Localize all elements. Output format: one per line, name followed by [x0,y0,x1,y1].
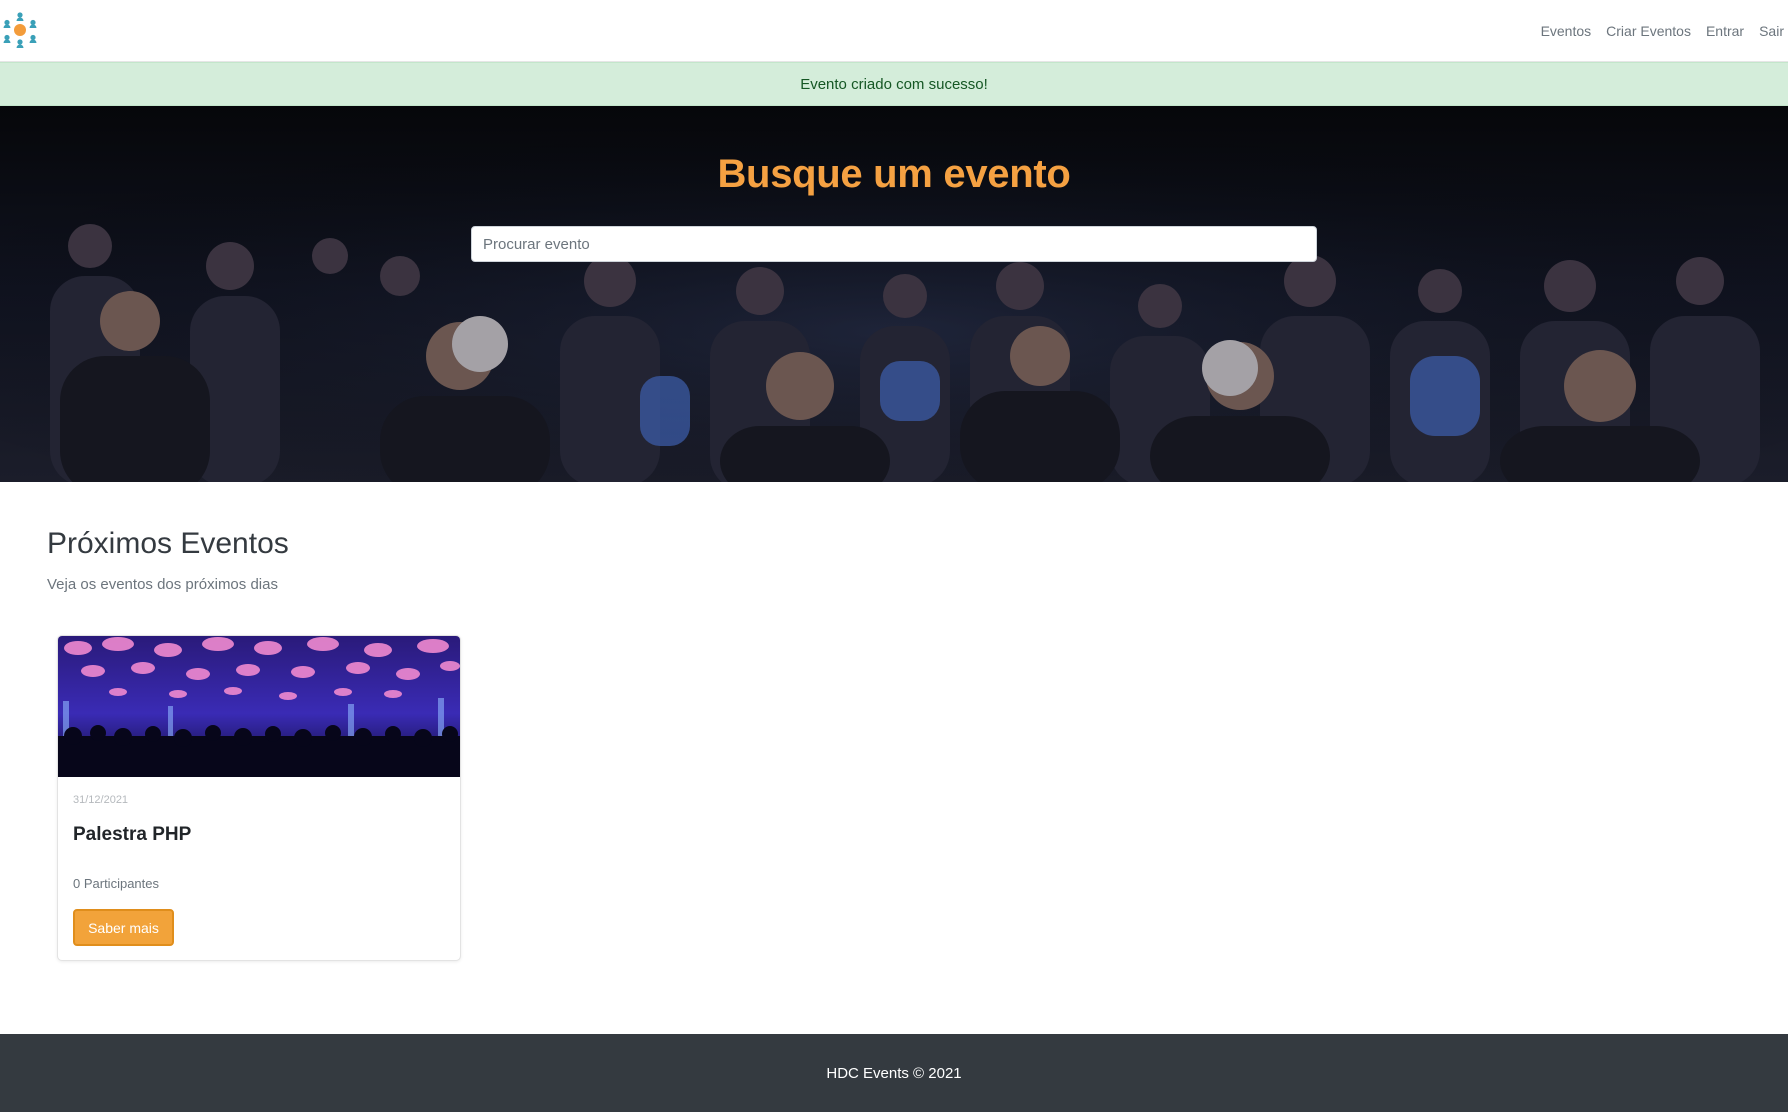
success-alert: Evento criado com sucesso! [0,62,1788,106]
section-subtitle: Veja os eventos dos próximos dias [47,576,278,593]
search-input[interactable] [471,226,1317,262]
event-title: Palestra PHP [73,824,192,845]
event-card-image[interactable] [58,636,460,777]
event-participants: 0 Participantes [73,876,159,891]
navbar: Eventos Criar Eventos Entrar Sair [0,0,1788,62]
footer: HDC Events © 2021 [0,1034,1788,1112]
logo-icon[interactable] [0,10,40,50]
event-card: 31/12/2021 Palestra PHP 0 Participantes … [57,635,461,961]
nav-link-sair[interactable]: Sair [1759,23,1784,39]
event-date: 31/12/2021 [73,794,129,806]
hero-banner: Busque um evento [0,106,1788,482]
footer-text: HDC Events © 2021 [826,1064,962,1082]
nav-link-eventos[interactable]: Eventos [1541,23,1592,39]
saber-mais-button[interactable]: Saber mais [73,909,174,946]
nav-link-criar-eventos[interactable]: Criar Eventos [1606,23,1691,39]
alert-message: Evento criado com sucesso! [800,75,988,93]
nav-links: Eventos Criar Eventos Entrar Sair [1526,0,1788,62]
nav-link-entrar[interactable]: Entrar [1706,23,1744,39]
hero-title: Busque um evento [717,152,1071,196]
section-title: Próximos Eventos [47,527,289,560]
